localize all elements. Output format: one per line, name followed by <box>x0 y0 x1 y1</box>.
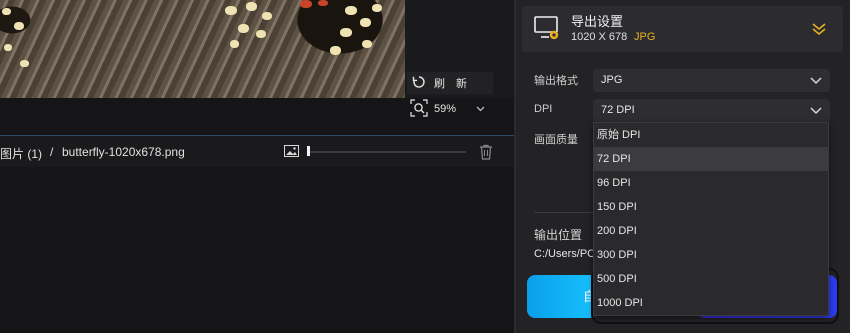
breadcrumb-separator: / <box>50 145 54 159</box>
dpi-option[interactable]: 150 DPI <box>594 195 828 219</box>
zoom-control[interactable]: 59% <box>407 97 493 121</box>
trash-icon[interactable] <box>479 144 493 160</box>
monitor-settings-icon <box>534 16 561 42</box>
output-location-title: 输出位置 <box>534 228 583 242</box>
double-chevron-down-icon[interactable] <box>811 22 827 36</box>
chevron-down-icon[interactable] <box>476 104 485 114</box>
dpi-option[interactable]: 1000 DPI <box>594 291 828 315</box>
slider-thumb[interactable] <box>307 146 310 156</box>
dpi-option[interactable]: 96 DPI <box>594 171 828 195</box>
output-path[interactable]: C:/Users/PC <box>534 248 595 260</box>
dpi-label: DPI <box>534 103 553 115</box>
section-divider <box>534 212 596 213</box>
quality-label: 画面质量 <box>534 134 578 146</box>
chevron-down-icon <box>810 99 822 122</box>
canvas-background <box>0 98 514 333</box>
dpi-option[interactable]: 300 DPI <box>594 243 828 267</box>
dpi-value: 72 DPI <box>601 104 635 116</box>
format-value: JPG <box>601 74 623 86</box>
image-format-badge: JPG <box>634 31 656 43</box>
breadcrumb-images[interactable]: 图片 (1) <box>0 145 42 162</box>
thumbnail-size-slider[interactable] <box>307 151 466 153</box>
dpi-dropdown-menu: 原始 DPI 72 DPI 96 DPI 150 DPI 200 DPI 300 DPI 5… <box>593 122 829 316</box>
dpi-option[interactable]: 200 DPI <box>594 219 828 243</box>
image-icon[interactable] <box>284 145 299 157</box>
export-settings-title: 导出设置 <box>571 14 624 29</box>
format-label: 输出格式 <box>534 75 578 87</box>
dpi-option[interactable]: 72 DPI <box>594 147 828 171</box>
dpi-option[interactable]: 原始 DPI <box>594 123 828 147</box>
format-select[interactable]: JPG <box>593 69 830 92</box>
export-button[interactable]: 自 <box>527 275 597 318</box>
refresh-icon <box>412 75 426 92</box>
dpi-select[interactable]: 72 DPI <box>593 99 830 122</box>
image-dimensions: 1020 X 678 <box>571 31 628 43</box>
chevron-down-icon <box>810 69 822 92</box>
dpi-option[interactable]: 500 DPI <box>594 267 828 291</box>
file-name: butterfly-1020x678.png <box>62 145 185 159</box>
refresh-label: 刷 新 <box>434 78 472 90</box>
refresh-button[interactable]: 刷 新 <box>407 72 493 94</box>
zoom-value: 59% <box>434 103 457 115</box>
zoom-icon <box>410 98 428 120</box>
panel-divider <box>514 0 516 333</box>
